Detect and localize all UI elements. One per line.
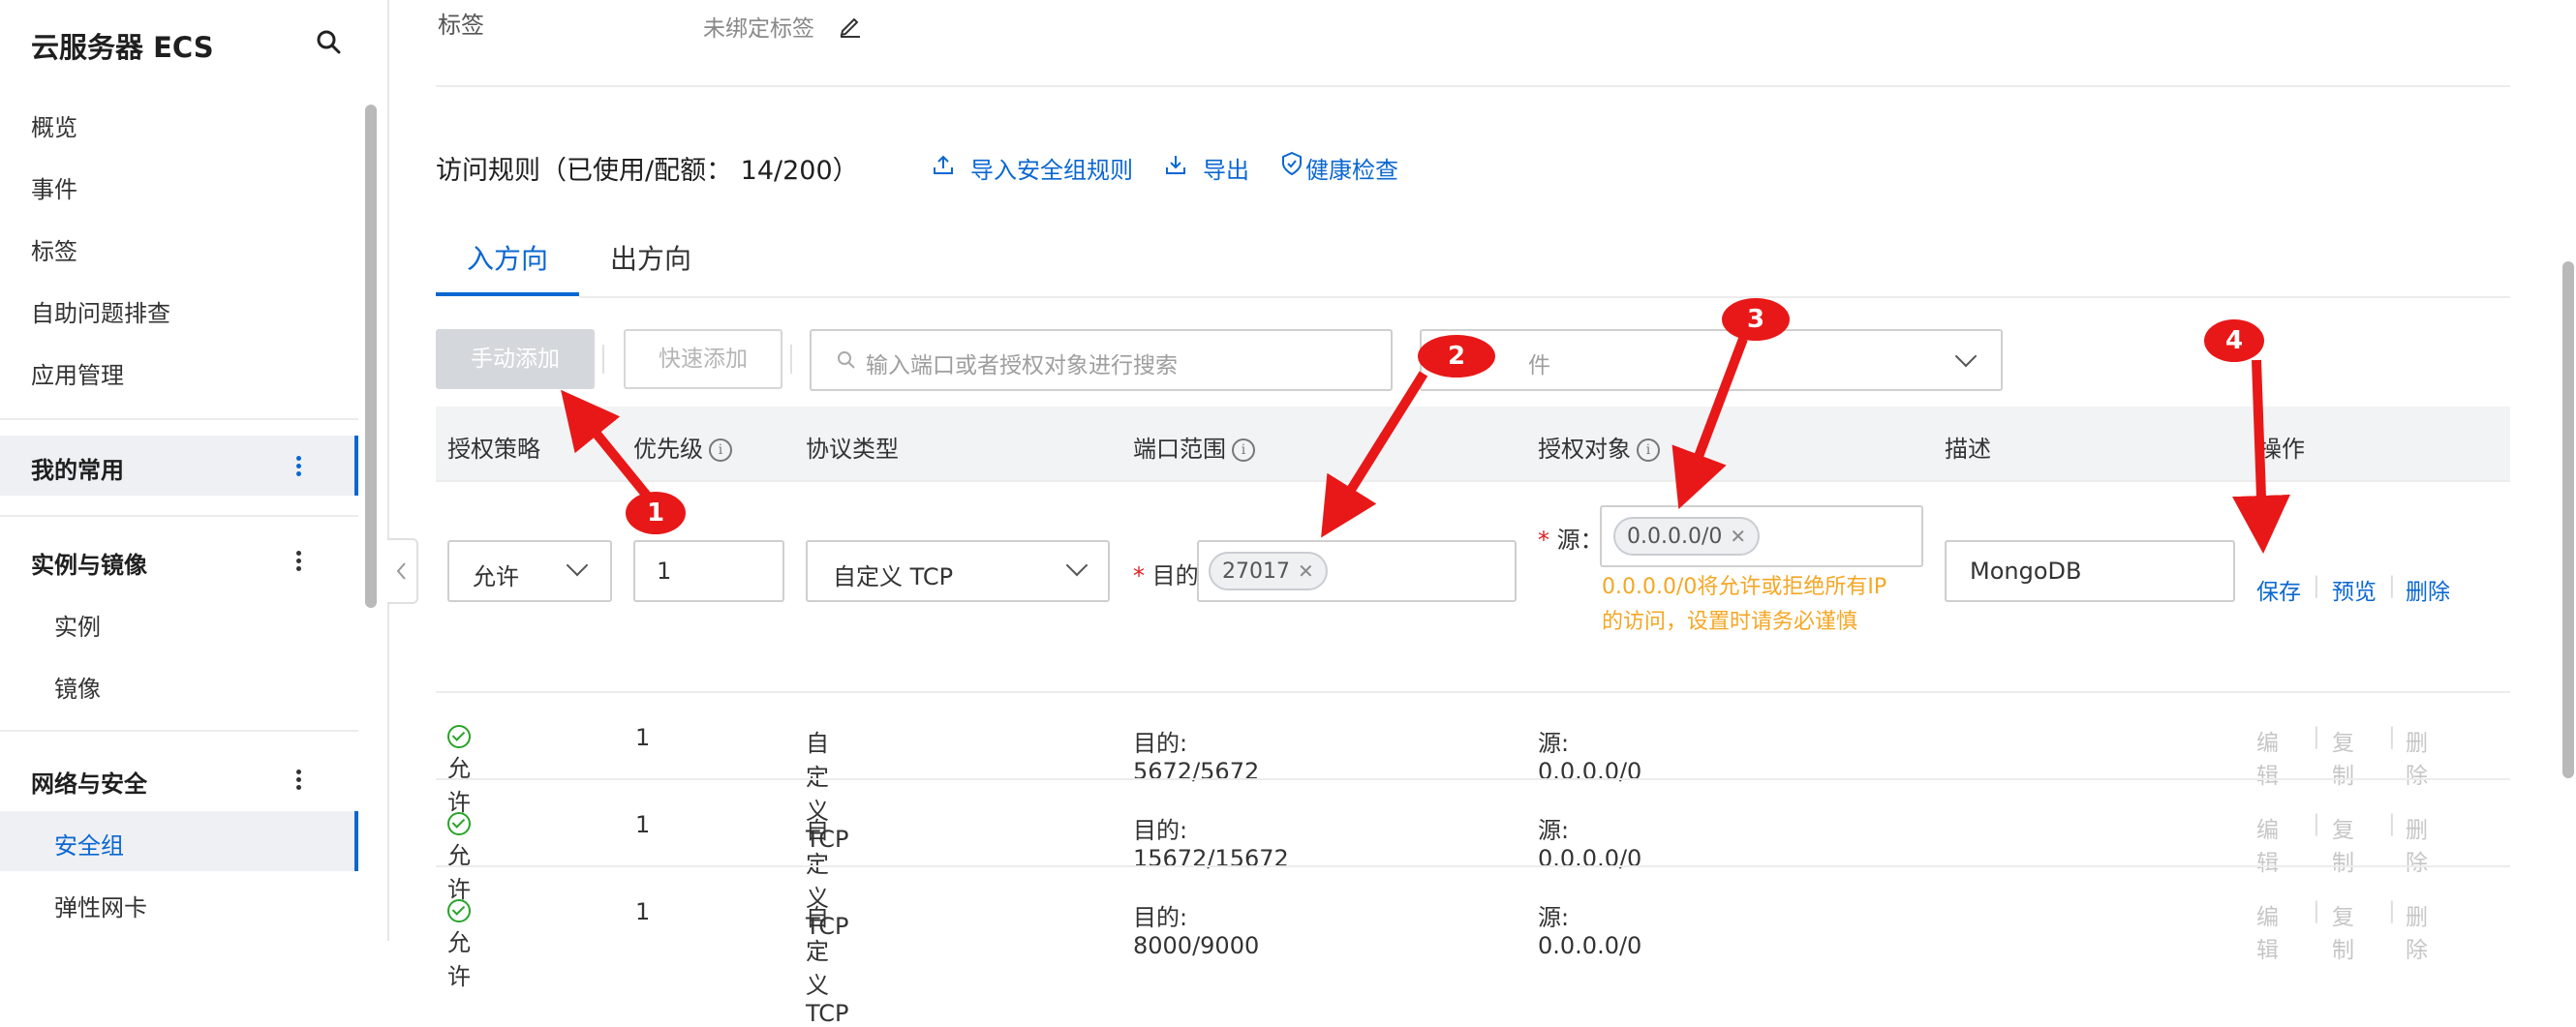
annotation-arrows — [561, 337, 2290, 554]
annotation-badge-2: 2 — [1418, 335, 1495, 378]
annotation-badge-1: 1 — [626, 492, 686, 534]
arrow-1 — [561, 389, 651, 499]
annotation-badge-3: 3 — [1722, 298, 1790, 341]
arrow-4 — [2231, 359, 2290, 554]
arrow-2 — [1321, 371, 1428, 538]
arrow-3 — [1671, 337, 1748, 510]
annotation-badge-4: 4 — [2204, 319, 2264, 362]
